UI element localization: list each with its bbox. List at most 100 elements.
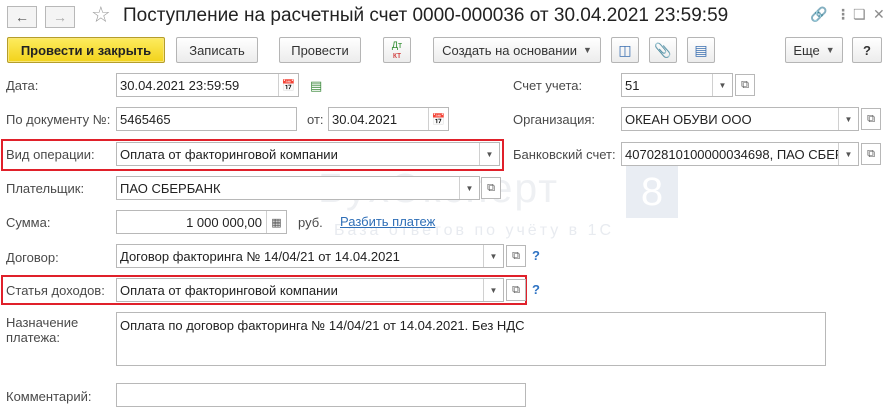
amount-label: Сумма: — [6, 215, 51, 230]
amount-value: 1 000 000,00 — [186, 214, 262, 230]
attach-button[interactable]: 📎 — [649, 37, 677, 63]
dtkt-icon-bottom: кт — [392, 50, 402, 60]
chevron-down-icon: ▼ — [825, 45, 835, 55]
currency-label: руб. — [298, 215, 323, 230]
contract-open-button[interactable]: ⧉ — [506, 245, 526, 267]
open-icon: ⧉ — [512, 283, 520, 296]
doc-number-label: По документу №: — [6, 112, 111, 127]
create-based-on-label: Создать на основании — [442, 42, 577, 58]
contract-select[interactable]: Договор факторинга № 14/04/21 от 14.04.2… — [116, 244, 504, 268]
post-button[interactable]: Провести — [279, 37, 361, 63]
income-item-select[interactable]: Оплата от факторинговой компании ▼ — [116, 278, 504, 302]
calendar-icon[interactable]: 📅 — [278, 74, 298, 96]
dtkt-button[interactable]: Дт кт — [383, 37, 411, 63]
help-button[interactable]: ? — [852, 37, 882, 63]
save-button[interactable]: Записать — [176, 37, 258, 63]
more-vertical-icon[interactable]: ⋮ — [836, 4, 850, 24]
account-value: 51 — [625, 77, 640, 93]
comment-field[interactable] — [116, 383, 526, 407]
post-and-close-button[interactable]: Провести и закрыть — [7, 37, 165, 63]
chevron-down-icon[interactable]: ▼ — [712, 74, 732, 96]
open-icon: ⧉ — [867, 147, 875, 160]
contract-help[interactable]: ? — [532, 248, 540, 263]
income-item-value: Оплата от факторинговой компании — [120, 282, 338, 298]
payer-label: Плательщик: — [6, 181, 85, 196]
post-and-close-label: Провести и закрыть — [20, 42, 152, 58]
status-icon[interactable]: ▤ — [310, 78, 322, 94]
save-label: Записать — [189, 42, 245, 58]
bank-account-value: 40702810100000034698, ПАО СБЕРБАНК — [625, 146, 838, 162]
arrow-right-icon: → — [53, 9, 67, 25]
link-icon[interactable]: 🔗 — [810, 4, 827, 24]
help-label: ? — [863, 42, 871, 58]
watermark-badge: 8 — [626, 166, 678, 218]
open-icon: ⧉ — [741, 78, 749, 91]
chevron-down-icon[interactable]: ▼ — [838, 108, 858, 130]
chevron-down-icon[interactable]: ▼ — [479, 143, 499, 165]
arrow-left-icon: ← — [15, 9, 29, 25]
paperclip-icon: 📎 — [654, 41, 672, 58]
bank-account-label: Банковский счет: — [513, 147, 616, 162]
payer-open-button[interactable]: ⧉ — [481, 177, 501, 199]
more-button[interactable]: Еще ▼ — [785, 37, 843, 63]
purpose-label-line2: платежа: — [6, 330, 60, 345]
hierarchy-icon: ◫ — [618, 41, 632, 58]
account-open-button[interactable]: ⧉ — [735, 74, 755, 96]
comment-label: Комментарий: — [6, 389, 92, 404]
payer-value: ПАО СБЕРБАНК — [120, 180, 221, 196]
doc-date-field[interactable]: 30.04.2021 📅 — [328, 107, 449, 131]
purpose-textarea[interactable]: Оплата по договор факторинга № 14/04/21 … — [116, 312, 826, 366]
back-button[interactable]: ← — [7, 6, 37, 28]
operation-label: Вид операции: — [6, 147, 95, 162]
organization-select[interactable]: ОКЕАН ОБУВИ ООО ▼ — [621, 107, 859, 131]
account-select[interactable]: 51 ▼ — [621, 73, 733, 97]
payer-select[interactable]: ПАО СБЕРБАНК ▼ — [116, 176, 480, 200]
calendar-icon[interactable]: 📅 — [428, 108, 448, 130]
split-payment-link[interactable]: Разбить платеж — [340, 214, 435, 229]
star-icon[interactable]: ☆ — [91, 2, 111, 28]
chevron-down-icon: ▼ — [582, 45, 592, 55]
post-label: Провести — [291, 42, 349, 58]
bank-account-select[interactable]: 40702810100000034698, ПАО СБЕРБАНК ▼ — [621, 142, 859, 166]
date-value: 30.04.2021 23:59:59 — [120, 77, 240, 93]
date-field[interactable]: 30.04.2021 23:59:59 📅 — [116, 73, 299, 97]
create-based-on-button[interactable]: Создать на основании ▼ — [433, 37, 601, 63]
forward-button[interactable]: → — [45, 6, 75, 28]
chevron-down-icon[interactable]: ▼ — [838, 143, 858, 165]
doc-number-field[interactable]: 5465465 — [116, 107, 297, 131]
calculator-icon[interactable]: ▦ — [266, 211, 286, 233]
purpose-value: Оплата по договор факторинга № 14/04/21 … — [120, 318, 525, 333]
organization-value: ОКЕАН ОБУВИ ООО — [625, 111, 752, 127]
doc-date-label: от: — [307, 112, 324, 127]
window-title: Поступление на расчетный счет 0000-00003… — [123, 5, 729, 26]
date-label: Дата: — [6, 78, 39, 93]
chevron-down-icon[interactable]: ▼ — [483, 245, 503, 267]
report-button[interactable]: ▤ — [687, 37, 715, 63]
amount-field[interactable]: 1 000 000,00 ▦ — [116, 210, 287, 234]
open-icon: ⧉ — [867, 112, 875, 125]
structure-button[interactable]: ◫ — [611, 37, 639, 63]
organization-label: Организация: — [513, 112, 596, 127]
chevron-down-icon[interactable]: ▼ — [459, 177, 479, 199]
doc-number-value: 5465465 — [120, 111, 171, 127]
bank-account-open-button[interactable]: ⧉ — [861, 143, 881, 165]
contract-label: Договор: — [6, 250, 59, 265]
more-label: Еще — [793, 42, 820, 58]
open-icon: ⧉ — [487, 181, 495, 194]
open-icon: ⧉ — [512, 249, 520, 262]
window-restore-icon[interactable]: ❏ — [853, 4, 866, 24]
document-list-icon: ▤ — [694, 41, 708, 58]
organization-open-button[interactable]: ⧉ — [861, 108, 881, 130]
income-item-open-button[interactable]: ⧉ — [506, 279, 526, 301]
purpose-label-line1: Назначение — [6, 315, 79, 330]
dtkt-icon: Дт — [391, 40, 403, 50]
close-icon[interactable]: ✕ — [873, 4, 885, 24]
chevron-down-icon[interactable]: ▼ — [483, 279, 503, 301]
operation-value: Оплата от факторинговой компании — [120, 146, 338, 162]
account-label: Счет учета: — [513, 78, 583, 93]
contract-value: Договор факторинга № 14/04/21 от 14.04.2… — [120, 248, 400, 264]
doc-date-value: 30.04.2021 — [332, 111, 398, 127]
income-item-label: Статья доходов: — [6, 283, 105, 298]
operation-select[interactable]: Оплата от факторинговой компании ▼ — [116, 142, 500, 166]
income-item-help[interactable]: ? — [532, 282, 540, 297]
